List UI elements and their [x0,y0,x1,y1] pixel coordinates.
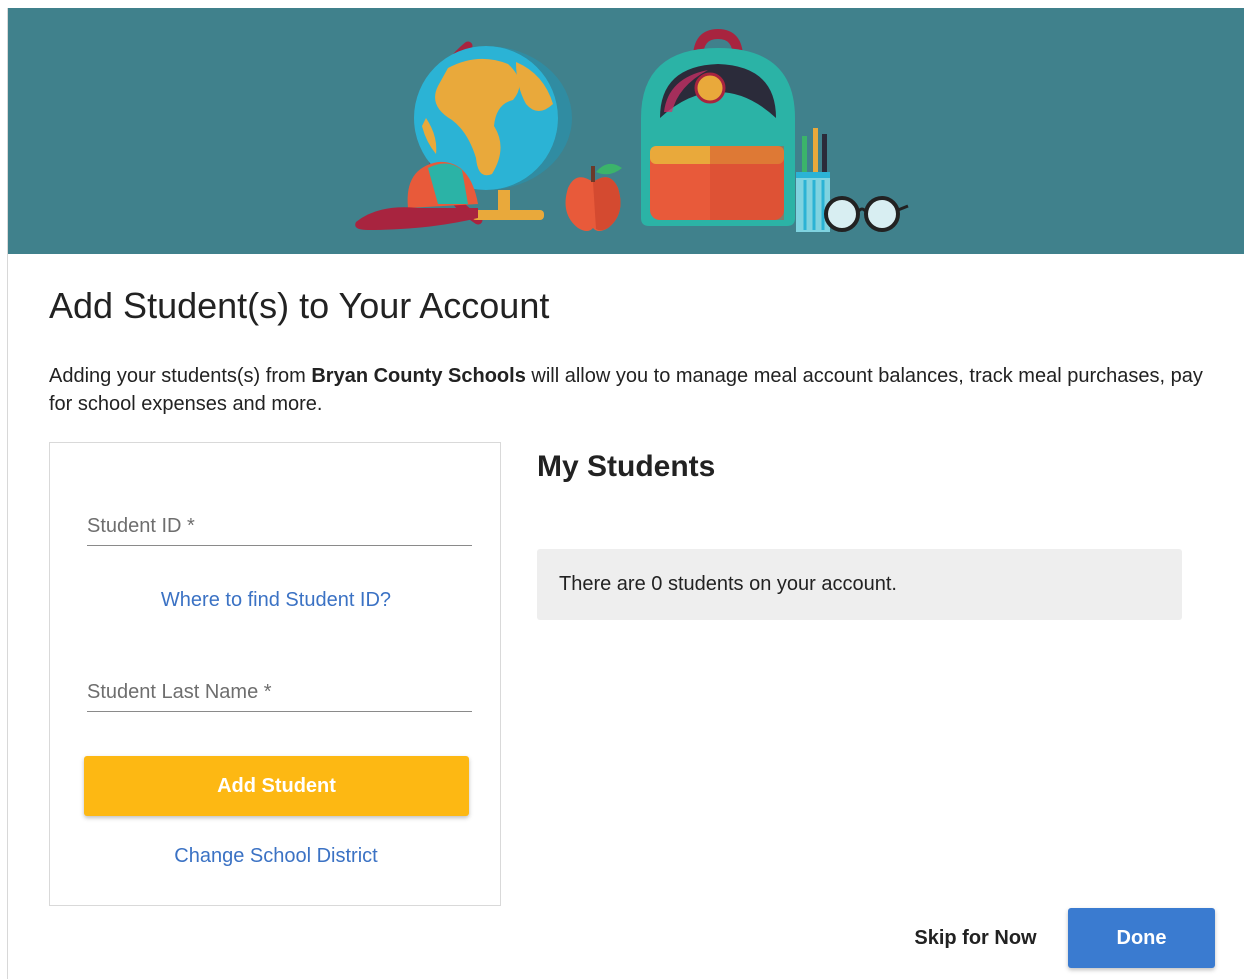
where-to-find-student-id-link[interactable]: Where to find Student ID? [50,589,502,612]
add-student-form: Where to find Student ID? Add Student Ch… [49,442,501,906]
students-empty-message: There are 0 students on your account. [537,549,1182,620]
add-student-button[interactable]: Add Student [84,756,469,816]
intro-text: Adding your students(s) from Bryan Count… [49,362,1229,418]
student-id-field-wrapper [87,507,472,546]
apple-icon [565,163,622,231]
empty-message-text: There are 0 students on your account. [559,573,897,595]
page-title: Add Student(s) to Your Account [49,285,550,326]
glasses-icon [824,196,909,232]
cap-icon [355,161,478,230]
skip-for-now-button[interactable]: Skip for Now [893,910,1058,966]
header-banner [8,8,1244,254]
student-id-input[interactable] [87,507,472,545]
change-school-district-link[interactable]: Change School District [50,845,502,868]
intro-prefix: Adding your students(s) from [49,365,312,387]
done-button[interactable]: Done [1068,908,1215,968]
district-name: Bryan County Schools [311,365,526,387]
student-last-name-input[interactable] [87,673,472,711]
last-name-field-wrapper [87,673,472,712]
banner-illustration [355,28,909,232]
my-students-heading: My Students [537,450,716,483]
backpack-icon [641,28,795,226]
